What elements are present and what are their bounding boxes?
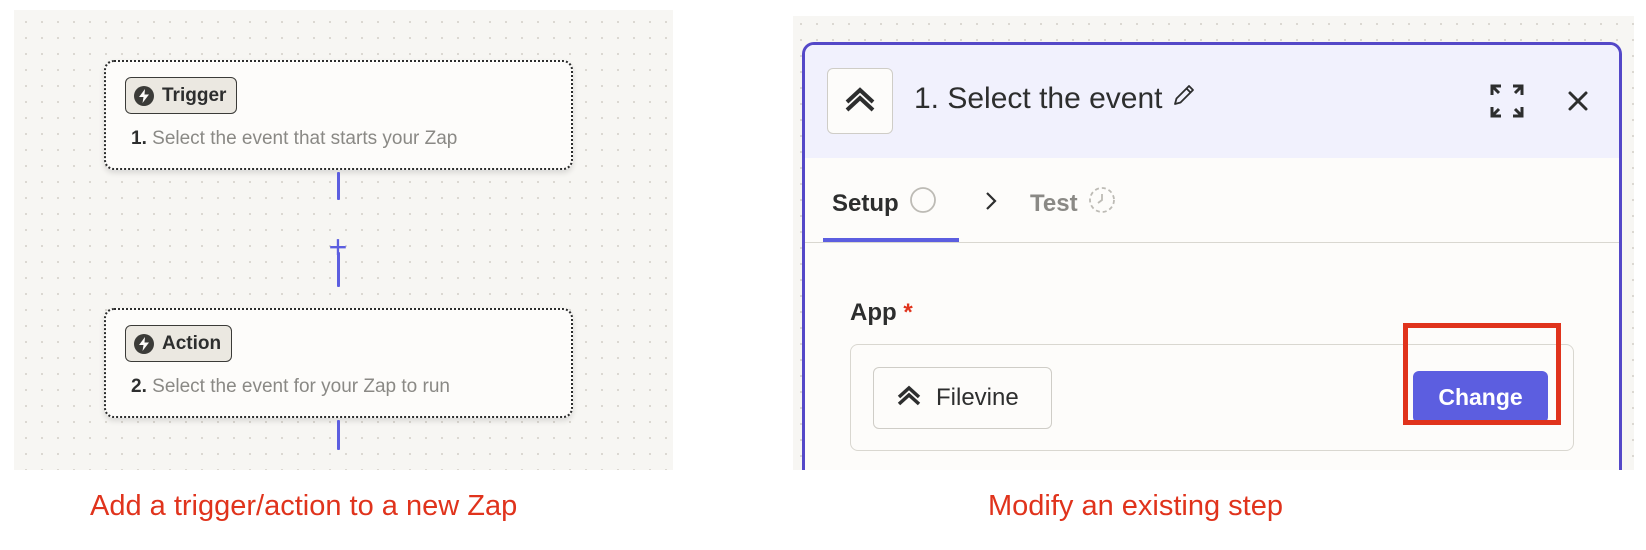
connector-line-top	[337, 172, 340, 200]
tab-setup[interactable]: Setup	[832, 186, 937, 221]
change-button-highlight	[1403, 323, 1561, 425]
expand-icon	[1489, 83, 1525, 124]
chevron-right-icon	[983, 190, 999, 217]
app-icon-box	[827, 68, 893, 134]
bolt-icon	[134, 333, 154, 354]
filevine-logo-icon	[844, 86, 876, 117]
required-marker: *	[903, 299, 913, 326]
expand-button[interactable]	[1487, 83, 1527, 123]
editor-tabs: Setup Test	[805, 158, 1619, 243]
close-icon	[1567, 90, 1589, 117]
timer-icon	[1088, 186, 1116, 221]
editor-title: 1. Select the event	[914, 82, 1197, 116]
trigger-step-card[interactable]: Trigger 1. Select the event that starts …	[104, 60, 573, 170]
caption-modify-step: Modify an existing step	[988, 490, 1283, 522]
action-badge: Action	[125, 325, 233, 362]
action-step-number: 2.	[131, 376, 147, 397]
circle-status-icon	[909, 186, 937, 221]
action-step-card[interactable]: Action 2. Select the event for your Zap …	[104, 308, 573, 418]
editor-title-text: 1. Select the event	[914, 82, 1163, 115]
bolt-icon	[134, 85, 154, 106]
app-field-label: App *	[850, 299, 913, 327]
selected-app-name: Filevine	[936, 384, 1019, 411]
caption-new-zap: Add a trigger/action to a new Zap	[90, 490, 518, 522]
close-button[interactable]	[1558, 83, 1598, 123]
zap-canvas-new: Trigger 1. Select the event that starts …	[14, 10, 673, 470]
trigger-badge-label: Trigger	[162, 84, 227, 106]
connector-line-bottom	[337, 420, 340, 450]
app-field-label-text: App	[850, 299, 897, 326]
tab-setup-label: Setup	[832, 189, 899, 217]
active-tab-indicator	[823, 238, 959, 242]
trigger-step-description: 1. Select the event that starts your Zap	[131, 128, 457, 150]
trigger-badge: Trigger	[125, 77, 238, 114]
editor-header: 1. Select the event	[805, 45, 1619, 158]
filevine-logo-icon	[896, 384, 922, 413]
trigger-step-number: 1.	[131, 128, 147, 149]
action-badge-label: Action	[162, 332, 222, 354]
trigger-step-text: Select the event that starts your Zap	[152, 128, 458, 149]
action-step-description: 2. Select the event for your Zap to run	[131, 376, 450, 398]
selected-app-chip: Filevine	[873, 367, 1052, 429]
pencil-icon[interactable]	[1171, 82, 1197, 116]
action-step-text: Select the event for your Zap to run	[152, 376, 450, 397]
connector-line-middle	[337, 252, 340, 287]
tab-test[interactable]: Test	[1030, 186, 1116, 221]
tab-test-label: Test	[1030, 189, 1078, 217]
